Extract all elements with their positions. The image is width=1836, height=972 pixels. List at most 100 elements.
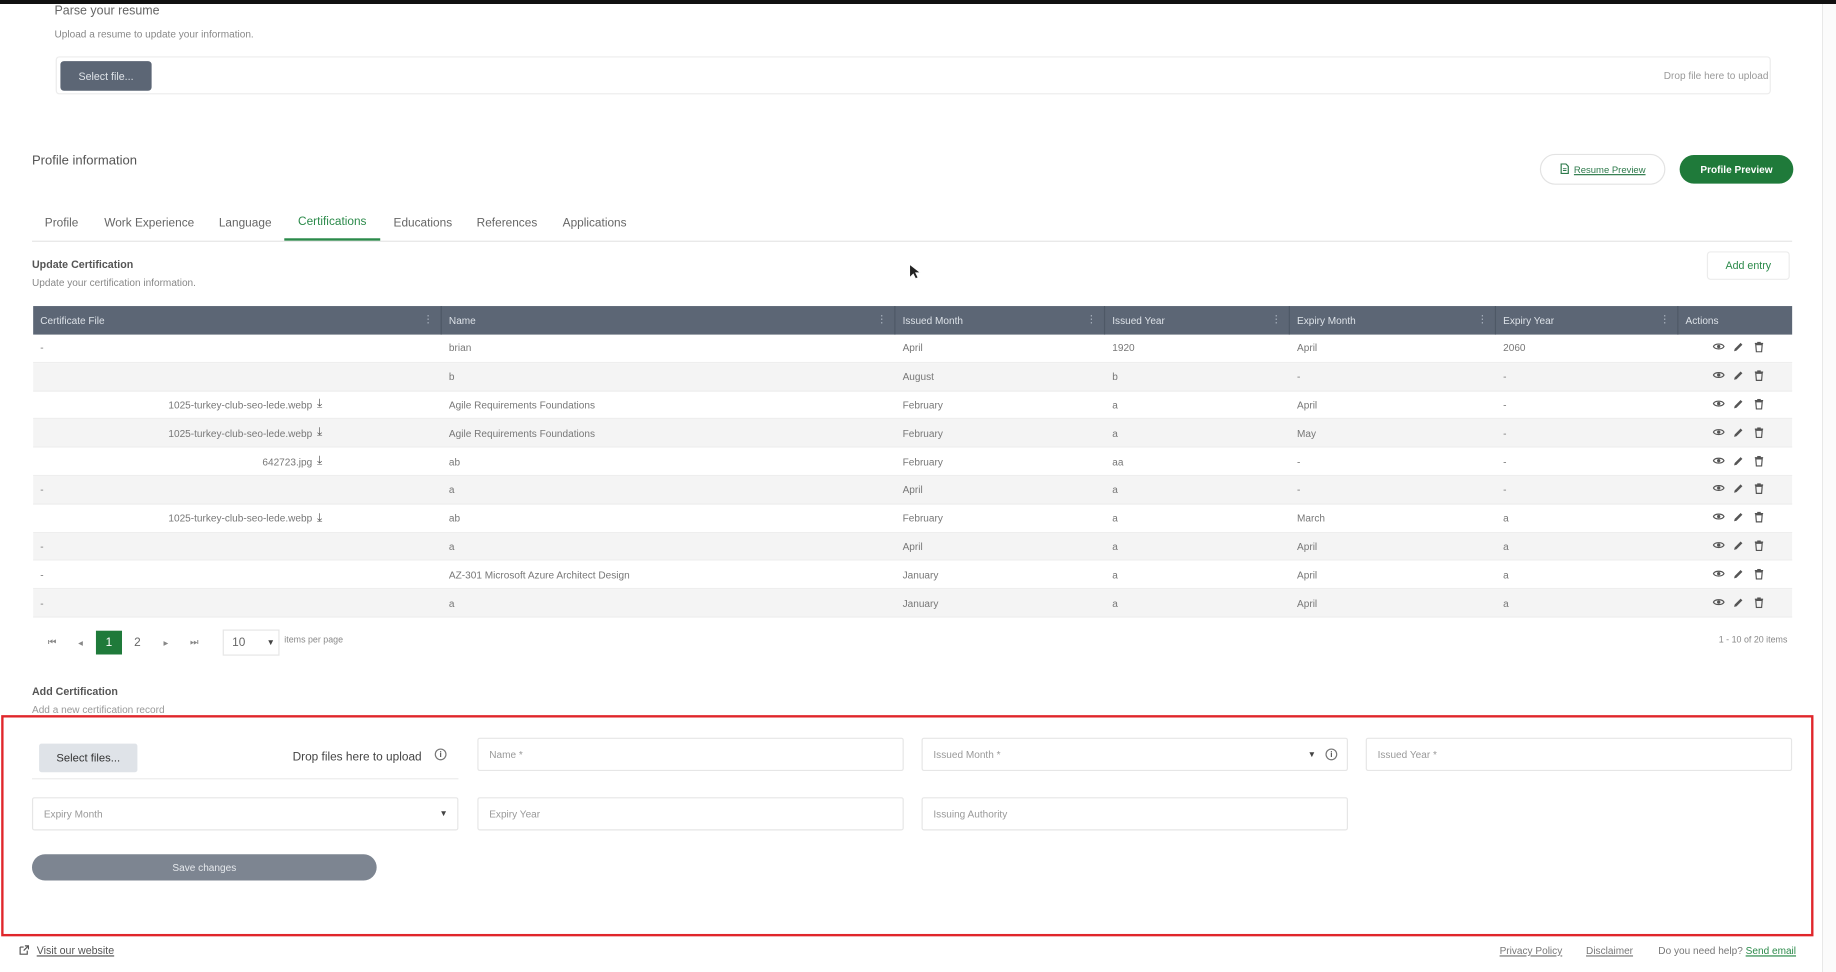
eye-icon[interactable] (1712, 569, 1725, 581)
add-entry-button[interactable]: Add entry (1706, 251, 1790, 280)
trash-icon[interactable] (1753, 455, 1764, 467)
column-menu-icon[interactable]: ⋮ (1271, 313, 1282, 326)
pencil-icon[interactable] (1733, 484, 1744, 496)
eye-icon[interactable] (1712, 540, 1725, 552)
column-header-issued-year[interactable]: Issued Year ⋮ (1105, 306, 1290, 335)
download-icon[interactable]: ⤓ (317, 427, 322, 440)
trash-icon[interactable] (1753, 596, 1764, 609)
last-page-icon[interactable]: ⏭ (181, 631, 207, 655)
cell-name: b (442, 363, 896, 390)
download-icon[interactable]: ⤓ (317, 511, 322, 524)
trash-icon[interactable] (1753, 342, 1764, 354)
visit-website-link[interactable]: Visit our website (19, 945, 114, 957)
pencil-icon[interactable] (1733, 427, 1744, 439)
column-menu-icon[interactable]: ⋮ (423, 313, 434, 326)
help-text: Do you need help? Send email (1658, 945, 1796, 957)
trash-icon[interactable] (1753, 370, 1764, 382)
eye-icon[interactable] (1712, 455, 1725, 467)
cell-expiry-year: 2060 (1496, 335, 1678, 362)
eye-icon[interactable] (1712, 484, 1725, 496)
tab-applications[interactable]: Applications (557, 206, 633, 240)
column-menu-icon[interactable]: ⋮ (1659, 313, 1670, 326)
pencil-icon[interactable] (1733, 569, 1744, 581)
pencil-icon[interactable] (1733, 597, 1744, 609)
cell-text[interactable]: 1025-turkey-club-seo-lede.webp (168, 399, 312, 411)
tab-language[interactable]: Language (212, 206, 278, 240)
profile-preview-button[interactable]: Profile Preview (1679, 155, 1794, 184)
tab-educations[interactable]: Educations (387, 206, 458, 240)
cell-issued-month: February (895, 448, 1105, 475)
first-page-icon[interactable]: ⏮ (39, 631, 65, 655)
cell-issued-month: April (895, 335, 1105, 362)
pencil-icon[interactable] (1733, 455, 1744, 467)
cell-expiry-year: - (1496, 363, 1678, 390)
save-changes-button[interactable]: Save changes (31, 854, 377, 881)
tab-profile[interactable]: Profile (32, 206, 91, 240)
column-header-certificate-file[interactable]: Certificate File ⋮ (33, 306, 442, 335)
info-icon[interactable]: i (434, 748, 447, 761)
trash-icon[interactable] (1753, 540, 1764, 552)
name-field[interactable]: Name * (477, 737, 904, 772)
eye-icon[interactable] (1712, 399, 1725, 411)
cell-expiry-year: - (1496, 476, 1678, 503)
send-email-link[interactable]: Send email (1746, 945, 1796, 957)
column-header-issued-month[interactable]: Issued Month ⋮ (895, 306, 1106, 335)
page-button-2[interactable]: 2 (124, 631, 150, 655)
cell-issued-month: February (895, 419, 1105, 446)
pencil-icon[interactable] (1733, 399, 1744, 411)
column-header-expiry-month[interactable]: Expiry Month ⋮ (1290, 306, 1497, 335)
expiry-year-field[interactable]: Expiry Year (477, 797, 904, 831)
cell-expiry-year: - (1496, 391, 1678, 418)
pencil-icon[interactable] (1733, 540, 1744, 552)
disclaimer-link[interactable]: Disclaimer (1586, 945, 1633, 957)
column-header-expiry-year[interactable]: Expiry Year ⋮ (1496, 306, 1679, 335)
resume-drop-hint: Drop file here to upload (1663, 69, 1769, 82)
info-icon[interactable]: i (1325, 748, 1338, 761)
cell-text[interactable]: 1025-turkey-club-seo-lede.webp (168, 512, 312, 524)
page-button-1[interactable]: 1 (95, 630, 123, 655)
column-header-name[interactable]: Name ⋮ (442, 306, 896, 335)
expiry-month-select[interactable]: Expiry Month ▼ (31, 797, 459, 831)
trash-icon[interactable] (1753, 398, 1764, 411)
cell-text[interactable]: 642723.jpg (262, 455, 312, 467)
column-menu-icon[interactable]: ⋮ (877, 313, 888, 326)
eye-icon[interactable] (1712, 597, 1725, 609)
column-menu-icon[interactable]: ⋮ (1086, 313, 1097, 326)
eye-icon[interactable] (1712, 512, 1725, 524)
issued-year-field[interactable]: Issued Year * (1365, 737, 1793, 772)
eye-icon[interactable] (1712, 370, 1725, 382)
table-row: - AZ-301 Microsoft Azure Architect Design… (33, 561, 1793, 590)
scrollbar-track[interactable] (1822, 4, 1836, 972)
eye-icon[interactable] (1712, 342, 1725, 354)
issued-month-select[interactable]: Issued Month * ▼ i (921, 737, 1348, 772)
prev-page-icon[interactable]: ◂ (68, 631, 94, 655)
cell-text: - (1297, 370, 1301, 383)
eye-icon[interactable] (1712, 427, 1725, 439)
column-menu-icon[interactable]: ⋮ (1477, 313, 1488, 326)
tab-certifications[interactable]: Certifications (284, 206, 381, 241)
trash-icon[interactable] (1753, 427, 1764, 439)
next-page-icon[interactable]: ▸ (153, 631, 179, 655)
pencil-icon[interactable] (1733, 342, 1744, 354)
download-icon[interactable]: ⤓ (317, 455, 322, 468)
trash-icon[interactable] (1753, 511, 1764, 524)
resume-upload-dropzone[interactable] (55, 56, 1771, 95)
trash-icon[interactable] (1753, 483, 1764, 496)
pencil-icon[interactable] (1733, 370, 1744, 382)
cell-text[interactable]: 1025-turkey-club-seo-lede.webp (168, 427, 312, 439)
issuing-authority-field[interactable]: Issuing Authority (921, 797, 1348, 831)
cell-text: April (1297, 568, 1318, 581)
resume-preview-button[interactable]: Resume Preview (1539, 153, 1666, 185)
add-certification-title: Add Certification (31, 685, 118, 698)
tab-work-experience[interactable]: Work Experience (97, 206, 201, 240)
select-resume-button[interactable]: Select file... (60, 61, 152, 91)
cell-text: April (1297, 596, 1318, 609)
select-files-button[interactable]: Select files... (39, 743, 138, 773)
download-icon[interactable]: ⤓ (317, 398, 322, 411)
tab-references[interactable]: References (470, 206, 543, 240)
cell-name: ab (442, 448, 896, 475)
items-per-page-select[interactable]: 10 ▼ (222, 629, 280, 656)
trash-icon[interactable] (1753, 568, 1764, 581)
privacy-policy-link[interactable]: Privacy Policy (1500, 945, 1563, 957)
pencil-icon[interactable] (1733, 512, 1744, 524)
